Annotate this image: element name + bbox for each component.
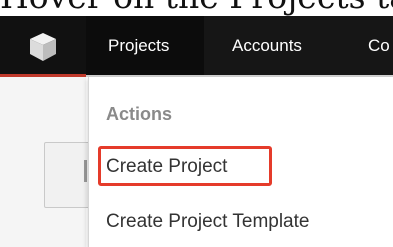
nav-tab-label: Projects — [108, 36, 170, 55]
nav-tab-projects[interactable]: Projects — [86, 16, 204, 75]
logo-button[interactable] — [0, 16, 86, 77]
nav-tab-label: Co — [368, 36, 390, 55]
highlight-annotation — [98, 146, 272, 186]
menu-section-heading: Actions — [106, 104, 173, 124]
instruction-caption: Hover on the Projects ta — [0, 0, 393, 16]
menu-item-create-project-template[interactable]: Create Project Template — [106, 211, 309, 233]
nav-tab-label: Accounts — [232, 36, 302, 55]
nav-tab-accounts[interactable]: Accounts — [232, 16, 302, 75]
nav-tab-partial[interactable]: Co — [368, 16, 390, 75]
cube-icon — [30, 33, 56, 61]
background-cursor-mark — [84, 160, 87, 182]
